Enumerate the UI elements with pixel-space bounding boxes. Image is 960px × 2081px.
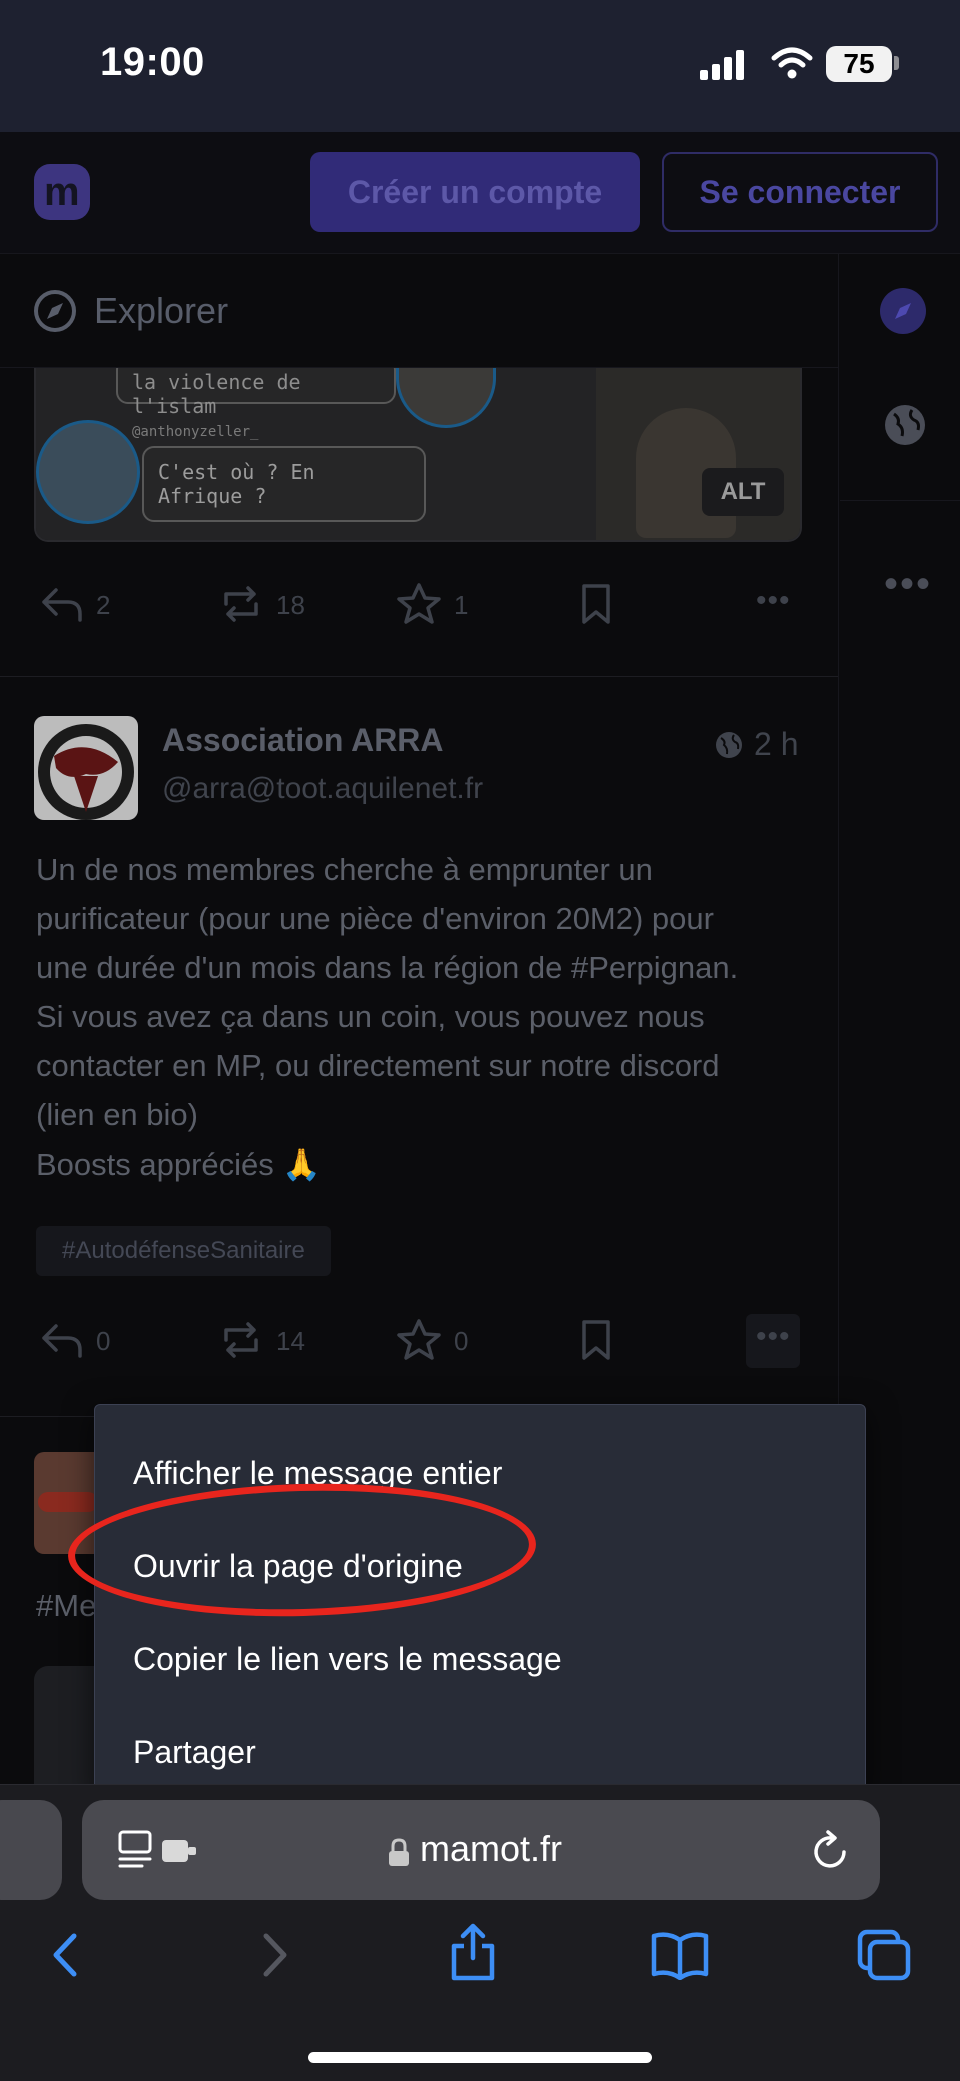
- explore-title: Explorer: [94, 290, 229, 331]
- more-icon[interactable]: •••: [756, 584, 791, 618]
- battery-tip: [894, 56, 899, 70]
- boost-icon[interactable]: [218, 582, 264, 626]
- alt-badge[interactable]: ALT: [702, 468, 784, 516]
- post-text-line: contacter en MP, ou directement sur notr…: [36, 1048, 720, 1083]
- post-text-line: (lien en bio): [36, 1097, 198, 1132]
- compass-icon: [34, 290, 76, 332]
- post-text-line: Si vous avez ça dans un coin, vous pouve…: [36, 999, 705, 1034]
- tabs-icon[interactable]: [856, 1928, 912, 1982]
- bookmark-icon[interactable]: [578, 582, 614, 626]
- previous-tab-preview[interactable]: [0, 1800, 62, 1900]
- boost-count: 14: [276, 1326, 305, 1356]
- star-icon[interactable]: [396, 582, 442, 626]
- image-speech-bubble: la violence de l'islam: [116, 368, 396, 418]
- boost-icon[interactable]: [218, 1318, 264, 1362]
- post-text-line: #Me: [36, 1588, 97, 1623]
- lock-icon: [389, 1838, 409, 1866]
- bookmark-icon[interactable]: [578, 1318, 614, 1362]
- post-text-line: Boosts appréciés 🙏: [36, 1147, 322, 1182]
- boost-count: 18: [276, 590, 305, 620]
- divider: [840, 500, 960, 501]
- mastodon-logo-icon[interactable]: m: [34, 164, 90, 220]
- author-name[interactable]: Association ARRA: [162, 722, 444, 759]
- battery-indicator: 75: [826, 46, 892, 82]
- menu-item-copy-link[interactable]: Copier le lien vers le message: [133, 1641, 562, 1678]
- post-text-line: Un de nos membres cherche à emprunter un: [36, 852, 653, 887]
- image-avatar: [36, 420, 140, 524]
- bookmarks-icon[interactable]: [650, 1930, 710, 1980]
- favourite-count: 0: [454, 1326, 469, 1356]
- star-icon[interactable]: [396, 1318, 442, 1362]
- status-time: 19:00: [100, 40, 205, 84]
- home-indicator: [308, 2052, 652, 2063]
- reply-count: 0: [96, 1326, 111, 1356]
- post-text-line: une durée d'un mois dans la région de #P…: [36, 950, 739, 985]
- url-text[interactable]: mamot.fr: [420, 1828, 562, 1870]
- reload-icon[interactable]: [808, 1828, 852, 1872]
- author-handle[interactable]: @arra@toot.aquilenet.fr: [162, 772, 483, 806]
- globe-icon[interactable]: [882, 402, 928, 448]
- reply-icon[interactable]: [40, 584, 86, 624]
- reply-count: 2: [96, 590, 111, 620]
- menu-item-share[interactable]: Partager: [133, 1734, 256, 1771]
- favourite-count: 1: [454, 590, 469, 620]
- globe-icon: [716, 732, 742, 758]
- divider: [0, 676, 838, 677]
- reply-icon[interactable]: [40, 1320, 86, 1360]
- share-icon[interactable]: [448, 1922, 498, 1982]
- image-speech-bubble: C'est où ? En Afrique ?: [142, 446, 426, 522]
- back-icon[interactable]: [46, 1930, 86, 1980]
- create-account-button[interactable]: Créer un compte: [310, 152, 640, 232]
- login-button[interactable]: Se connecter: [662, 152, 938, 232]
- reader-mode-icon[interactable]: [118, 1830, 202, 1870]
- post-media-image[interactable]: la violence de l'islam @anthonyzeller_ C…: [34, 368, 802, 542]
- more-icon[interactable]: •••: [884, 562, 932, 607]
- image-handle: @anthonyzeller_: [132, 424, 259, 440]
- more-icon[interactable]: •••: [756, 1320, 791, 1354]
- post-timestamp[interactable]: 2 h: [754, 726, 798, 763]
- explore-nav-compass-icon[interactable]: [880, 288, 926, 334]
- wifi-icon: [771, 47, 813, 79]
- signal-icon: [700, 50, 744, 80]
- avatar[interactable]: [34, 716, 138, 820]
- post-text-line: purificateur (pour une pièce d'environ 2…: [36, 901, 714, 936]
- forward-icon: [263, 1933, 287, 1977]
- hashtag-chip[interactable]: #AutodéfenseSanitaire: [36, 1226, 331, 1276]
